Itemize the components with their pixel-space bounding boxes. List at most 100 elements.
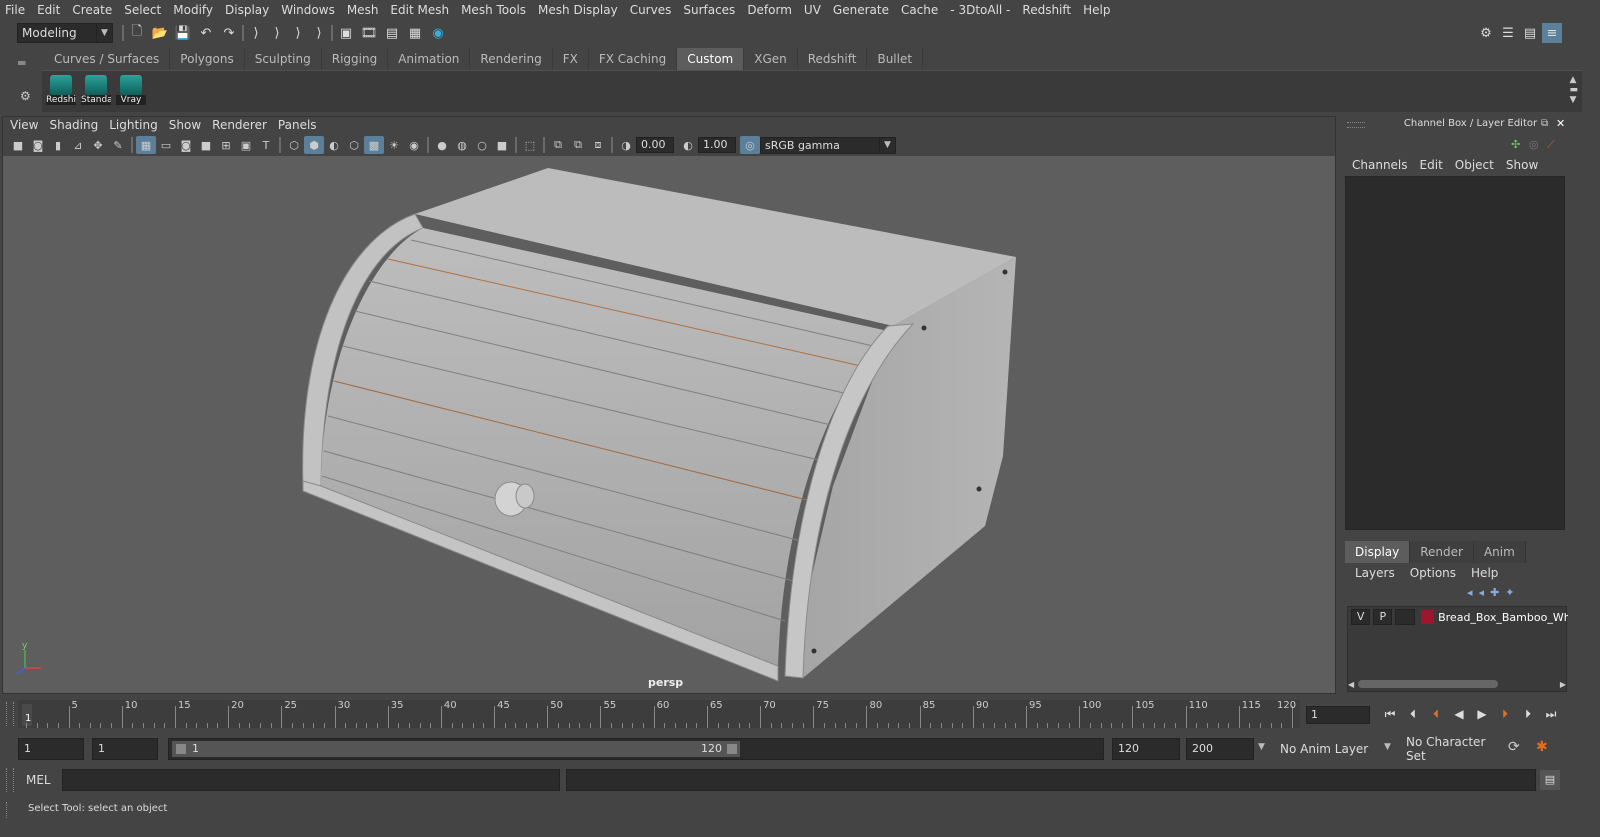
layer-menu-options[interactable]: Options <box>1404 566 1465 580</box>
menu-edit-mesh[interactable]: Edit Mesh <box>384 3 455 17</box>
play-forwards-icon[interactable]: ▶ <box>1472 704 1492 724</box>
viewport-menu-lighting[interactable]: Lighting <box>105 118 165 134</box>
shelf-tab-curves-surfaces[interactable]: Curves / Surfaces <box>44 48 171 70</box>
depth-of-field-icon[interactable]: ■ <box>492 136 512 154</box>
step-forward-frame-icon[interactable]: ⏵ <box>1518 704 1538 724</box>
exposure-field[interactable]: 0.00 <box>636 137 674 153</box>
timeline-grip[interactable] <box>6 702 14 726</box>
layer-color-swatch[interactable] <box>1420 610 1435 624</box>
open-scene-icon[interactable]: 📂 <box>150 23 170 43</box>
redo-icon[interactable]: ↷ <box>219 23 239 43</box>
menu-mesh-tools[interactable]: Mesh Tools <box>455 3 532 17</box>
modeling-toolkit-icon[interactable]: ⚙ <box>1476 23 1496 43</box>
shelf-tab-sculpting[interactable]: Sculpting <box>244 48 322 70</box>
layer-visibility-toggle[interactable]: V <box>1351 609 1371 625</box>
viewport-menu-renderer[interactable]: Renderer <box>208 118 274 134</box>
menu-help[interactable]: Help <box>1077 3 1116 17</box>
shelf-scroll-arrows[interactable]: ▲ ▬ ▼ <box>1569 75 1578 105</box>
layer-row[interactable]: V P Bread_Box_Bamboo_Whi <box>1348 607 1568 627</box>
film-gate-icon[interactable]: ▭ <box>156 136 176 154</box>
auto-key-icon[interactable]: ⟳ <box>1508 739 1520 755</box>
scroll-thumb[interactable] <box>1358 680 1498 688</box>
go-to-end-icon[interactable]: ⏭ <box>1541 704 1561 724</box>
image-plane-icon[interactable]: ⊿ <box>68 136 88 154</box>
xray-components-icon[interactable]: ⧈ <box>588 136 608 154</box>
current-frame-field[interactable]: 1 <box>1306 706 1370 724</box>
channel-box-area[interactable] <box>1345 176 1565 530</box>
layer-tab-display[interactable]: Display <box>1345 541 1411 563</box>
float-panel-icon[interactable]: ⧉ <box>1541 118 1548 129</box>
shelf-item-redshift[interactable]: Redshif <box>46 75 76 107</box>
command-line-grip[interactable] <box>6 768 14 792</box>
go-to-start-icon[interactable]: ⏮ <box>1380 704 1400 724</box>
menu-windows[interactable]: Windows <box>275 3 341 17</box>
new-scene-icon[interactable]: 🗋 <box>127 23 147 43</box>
shelf-item-vray[interactable]: Vray <box>116 75 146 107</box>
menu-curves[interactable]: Curves <box>624 3 678 17</box>
shelf-tab-xgen[interactable]: XGen <box>744 48 798 70</box>
menu-redshift[interactable]: Redshift <box>1016 3 1077 17</box>
wireframe-icon[interactable]: ⬡ <box>284 136 304 154</box>
range-slider-handle[interactable]: 1 120 <box>172 741 740 757</box>
color-space-dropdown[interactable]: sRGB gamma ▼ <box>760 136 896 154</box>
hypershade-icon[interactable]: ◉ <box>428 23 448 43</box>
shelf-tab-animation[interactable]: Animation <box>388 48 471 70</box>
shelf-tab-custom[interactable]: Custom <box>677 48 745 70</box>
move-layer-up-icon[interactable]: ◂ <box>1467 586 1473 599</box>
layer-tab-anim[interactable]: Anim <box>1473 541 1526 563</box>
new-layer-icon[interactable]: ✚ <box>1490 586 1499 599</box>
attribute-editor-icon[interactable]: ☰ <box>1498 23 1518 43</box>
menu-uv[interactable]: UV <box>798 3 827 17</box>
selection-mask-icon[interactable]: ⟩ <box>247 23 265 43</box>
playback-start-field[interactable]: 1 <box>92 738 158 760</box>
use-all-lights-icon[interactable]: ☀ <box>384 136 404 154</box>
anim-layer-dropdown[interactable]: No Anim Layer <box>1276 738 1374 760</box>
scene-start-field[interactable]: 1 <box>18 738 84 760</box>
channel-box-menu-channels[interactable]: Channels <box>1347 158 1415 172</box>
play-backwards-icon[interactable]: ◀ <box>1449 704 1469 724</box>
resolution-gate-icon[interactable]: ◙ <box>176 136 196 154</box>
shelf-tabs-menu-icon[interactable]: ═ <box>18 56 36 70</box>
xray-icon[interactable]: ⧉ <box>548 136 568 154</box>
layer-display-type[interactable] <box>1395 609 1415 625</box>
close-icon[interactable]: ✕ <box>1556 117 1565 130</box>
channel-box-menu-show[interactable]: Show <box>1501 158 1545 172</box>
layer-playback-toggle[interactable]: P <box>1373 609 1393 625</box>
speed-icon[interactable]: ◎ <box>1529 138 1539 151</box>
shelf-tab-fx-caching[interactable]: FX Caching <box>588 48 678 70</box>
animation-prefs-icon[interactable]: ✱ <box>1536 739 1548 755</box>
character-set-dropdown[interactable]: No Character Set <box>1402 735 1502 763</box>
bookmarks-icon[interactable]: ▮ <box>48 136 68 154</box>
step-back-frame-icon[interactable]: ⏴ <box>1403 704 1423 724</box>
gamma-icon[interactable]: ◐ <box>678 136 698 154</box>
layer-tab-render[interactable]: Render <box>1410 541 1474 563</box>
layer-menu-layers[interactable]: Layers <box>1349 566 1404 580</box>
menu-generate[interactable]: Generate <box>827 3 895 17</box>
script-language-label[interactable]: MEL <box>26 773 51 787</box>
new-layer-selected-icon[interactable]: ✦ <box>1505 586 1514 599</box>
shelf-tab-redshift[interactable]: Redshift <box>797 48 868 70</box>
smooth-shade-icon[interactable]: ⬢ <box>304 136 324 154</box>
isolate-select-icon[interactable]: ⬚ <box>520 136 540 154</box>
menu-edit[interactable]: Edit <box>31 3 66 17</box>
layer-menu-help[interactable]: Help <box>1465 566 1507 580</box>
channel-box-icon[interactable]: ≡ <box>1542 23 1562 43</box>
select-camera-icon[interactable]: ■ <box>8 136 28 154</box>
shelf-tab-fx[interactable]: FX <box>552 48 589 70</box>
grid-icon[interactable]: ▦ <box>136 136 156 154</box>
chevron-down-icon[interactable]: ▼ <box>1384 742 1391 752</box>
viewport-menu-show[interactable]: Show <box>165 118 208 134</box>
render-view-icon[interactable]: ▣ <box>336 23 356 43</box>
snap-mask-icon[interactable]: ⟩ <box>289 23 307 43</box>
scroll-right-icon[interactable]: ▶ <box>1560 680 1566 689</box>
range-slider[interactable]: 1 120 <box>168 738 1104 760</box>
menu-select[interactable]: Select <box>118 3 167 17</box>
shelf-item-standard[interactable]: Standar <box>81 75 111 107</box>
script-editor-icon[interactable]: ▤ <box>1540 770 1560 790</box>
save-scene-icon[interactable]: 💾 <box>173 23 193 43</box>
grease-pencil-icon[interactable]: ✎ <box>108 136 128 154</box>
component-mask-icon[interactable]: ⟩ <box>268 23 286 43</box>
anti-aliasing-icon[interactable]: ○ <box>472 136 492 154</box>
menu-create[interactable]: Create <box>66 3 118 17</box>
wireframe-on-shaded-icon[interactable]: ⬡ <box>344 136 364 154</box>
